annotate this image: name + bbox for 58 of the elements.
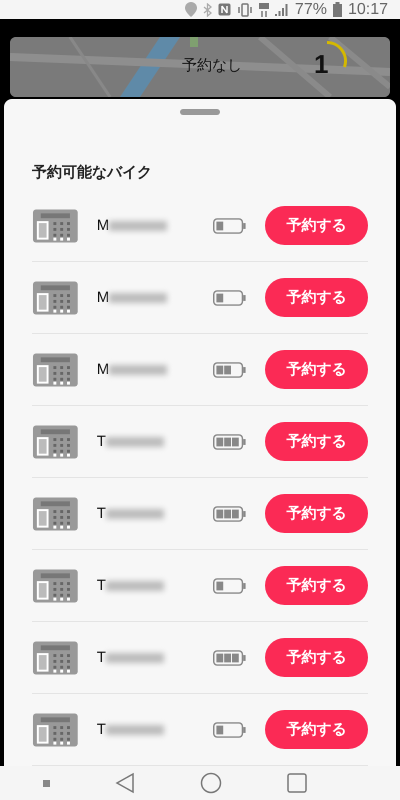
signal-icon	[274, 3, 289, 16]
battery-icon	[332, 2, 342, 18]
ticket-machine-icon	[32, 712, 79, 748]
bike-id: M	[96, 217, 110, 234]
reserve-button[interactable]: 予約する	[264, 494, 368, 534]
blurred-id-drawing	[109, 220, 168, 231]
vibrate-icon	[236, 2, 253, 17]
blurred-id-drawing	[109, 364, 168, 375]
bike-id: T	[96, 505, 106, 522]
reservation-status: 予約なし	[182, 56, 242, 76]
ticket-machine-icon	[32, 280, 79, 316]
blurred-id-drawing	[109, 292, 168, 303]
blurred-id-drawing	[106, 436, 164, 447]
bike-id: M	[96, 289, 110, 306]
blurred-id-drawing	[106, 580, 164, 591]
clock: 10:17	[348, 0, 388, 19]
bluetooth-icon	[202, 2, 212, 17]
back-icon[interactable]	[114, 772, 135, 794]
reserve-button[interactable]: 予約する	[264, 278, 368, 318]
reserve-button[interactable]: 予約する	[264, 566, 368, 606]
progress-ring-icon	[326, 41, 347, 70]
map-card[interactable]: 予約なし 1	[10, 37, 390, 98]
blurred-id-drawing	[106, 652, 164, 663]
bike-id: T	[96, 649, 106, 666]
ticket-machine-icon	[32, 640, 79, 676]
bike-id: T	[96, 433, 106, 450]
reserve-button[interactable]: 予約する	[264, 710, 368, 750]
battery-icon	[213, 434, 247, 450]
ticket-machine-icon	[32, 496, 79, 532]
reserve-button[interactable]: 予約する	[264, 206, 368, 246]
ticket-machine-icon	[32, 424, 79, 460]
battery-icon	[213, 578, 247, 594]
battery-icon	[213, 506, 247, 522]
ticket-machine-icon	[32, 352, 79, 388]
ticket-machine-icon	[32, 568, 79, 604]
location-icon	[184, 2, 197, 18]
reserve-button[interactable]: 予約する	[264, 350, 368, 390]
battery-icon	[213, 722, 247, 738]
nfc-icon	[218, 3, 231, 16]
bike-id: M	[96, 361, 110, 378]
reserve-button[interactable]: 予約する	[264, 422, 368, 462]
battery-icon	[213, 218, 247, 234]
battery-icon	[213, 650, 247, 666]
ticket-machine-icon	[32, 208, 79, 244]
drag-handle[interactable]	[180, 109, 220, 116]
mobile-data-icon	[258, 2, 269, 17]
reserve-button[interactable]: 予約する	[264, 638, 368, 678]
home-icon[interactable]	[200, 772, 222, 794]
battery-percentage: 77%	[294, 0, 327, 19]
battery-icon	[213, 290, 247, 306]
blurred-id-drawing	[106, 508, 164, 519]
bike-id: T	[96, 721, 106, 738]
bike-id: T	[96, 577, 106, 594]
recent-apps-icon[interactable]	[287, 773, 308, 794]
blurred-id-drawing	[106, 724, 164, 735]
battery-icon	[213, 362, 247, 378]
section-title: 予約可能なバイク	[32, 163, 153, 182]
count: 1	[314, 49, 328, 80]
